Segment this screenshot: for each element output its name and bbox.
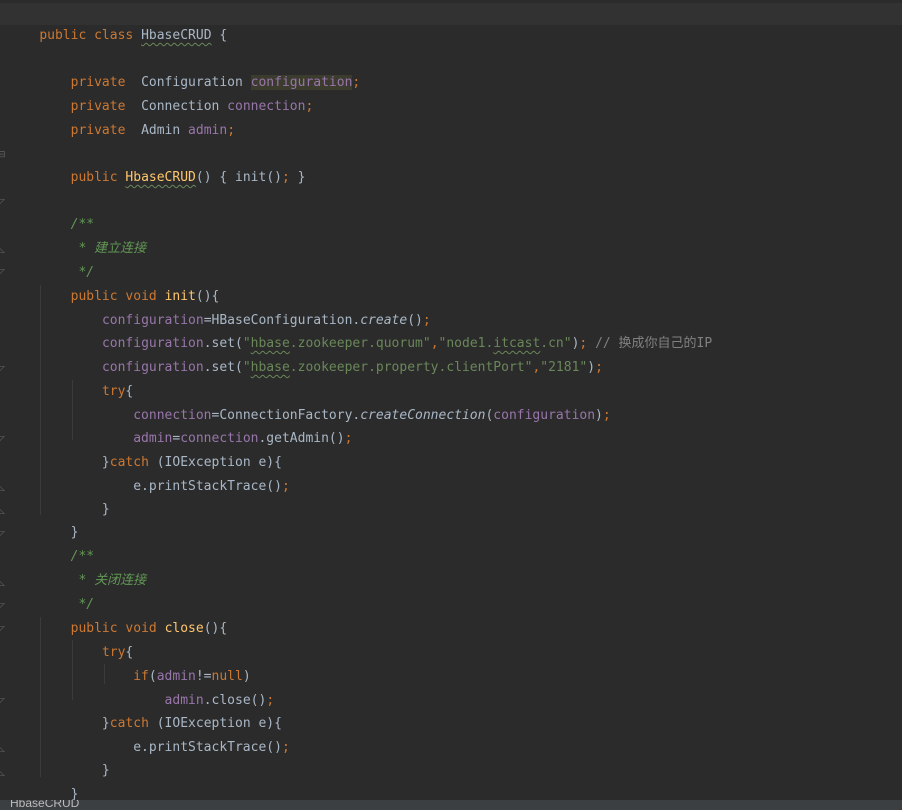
code-line[interactable]: }catch (IOException e){	[8, 430, 282, 470]
code-line[interactable]: configuration=HBaseConfiguration.create(…	[8, 288, 431, 328]
code-editor[interactable]: ⊟ ◸ ◺ ◸ ◸ ◸ ◺ ◺ ◸ ◺ ◸ ◸ ◸ ◺ ◺ public cla…	[0, 0, 902, 800]
code-line[interactable]: }catch (IOException e){	[8, 691, 282, 731]
code-line[interactable]: admin.close();	[8, 668, 275, 708]
code-line-field-connection[interactable]: private Connection connection;	[8, 74, 314, 114]
code-line-init-declaration[interactable]: public void init(){	[8, 264, 220, 304]
fold-marker-icon[interactable]: ◸	[0, 435, 6, 447]
code-line[interactable]: }	[8, 738, 110, 778]
code-line-class-declaration[interactable]: public class HbaseCRUD {	[0, 3, 902, 43]
fold-marker-icon[interactable]: ◸	[0, 268, 6, 280]
code-line[interactable]: }	[8, 762, 79, 800]
code-line[interactable]: if(admin!=null)	[8, 644, 250, 684]
fold-marker-icon[interactable]: ◸	[0, 625, 6, 637]
code-line-constructor[interactable]: public HbaseCRUD() { init(); }	[8, 145, 306, 185]
code-line-field-admin[interactable]: private Admin admin;	[8, 98, 235, 138]
code-line[interactable]: }	[8, 500, 79, 540]
code-line[interactable]: configuration.set("hbase.zookeeper.prope…	[8, 335, 603, 375]
code-line-close-declaration[interactable]: public void close(){	[8, 596, 228, 636]
fold-marker-icon[interactable]: ◺	[0, 578, 6, 590]
code-line-field-configuration[interactable]: private Configuration configuration;	[8, 50, 360, 90]
code-text: public HbaseCRUD() { init(); }	[70, 170, 306, 185]
code-text: public class HbaseCRUD {	[39, 28, 228, 43]
fold-marker-icon[interactable]: ◸	[0, 530, 6, 542]
code-line-doc-text[interactable]: * 关闭连接	[8, 548, 146, 588]
code-line[interactable]: try{	[8, 620, 133, 660]
fold-marker-icon[interactable]: ◺	[0, 245, 6, 257]
code-line[interactable]: e.printStackTrace();	[8, 715, 290, 755]
code-line-doc-text[interactable]: * 建立连接	[8, 216, 146, 256]
code-line[interactable]: try{	[8, 359, 133, 399]
code-line-doc-start[interactable]: /**	[8, 786, 94, 800]
breadcrumb-bar: HbaseCRUD	[0, 800, 902, 810]
code-line[interactable]: admin=connection.getAdmin();	[8, 406, 352, 446]
breadcrumb[interactable]: HbaseCRUD	[10, 800, 79, 810]
code-line-doc-start[interactable]: /**	[8, 192, 95, 232]
code-line-doc-end[interactable]: */	[8, 572, 94, 612]
fold-marker-icon[interactable]: ◺	[0, 768, 6, 780]
fold-marker-icon[interactable]: ◺	[0, 483, 6, 495]
fold-marker-icon[interactable]: ◸	[0, 697, 6, 709]
fold-marker-icon[interactable]: ◸	[0, 602, 6, 614]
fold-marker-icon[interactable]: ◸	[0, 365, 6, 377]
fold-marker-icon[interactable]: ◸	[0, 198, 6, 210]
fold-marker-icon[interactable]: ◺	[0, 506, 6, 518]
code-line-doc-end[interactable]: */	[8, 240, 94, 280]
fold-marker-icon[interactable]: ◺	[0, 744, 6, 756]
code-line[interactable]: configuration.set("hbase.zookeeper.quoru…	[8, 311, 712, 351]
code-line[interactable]: e.printStackTrace();	[8, 454, 290, 494]
fold-marker-icon[interactable]: ⊟	[0, 150, 6, 162]
code-line[interactable]: connection=ConnectionFactory.createConne…	[8, 383, 610, 423]
code-text: private Admin admin;	[70, 123, 236, 138]
code-line-doc-start[interactable]: /**	[8, 524, 95, 564]
code-line[interactable]: }	[8, 477, 110, 517]
